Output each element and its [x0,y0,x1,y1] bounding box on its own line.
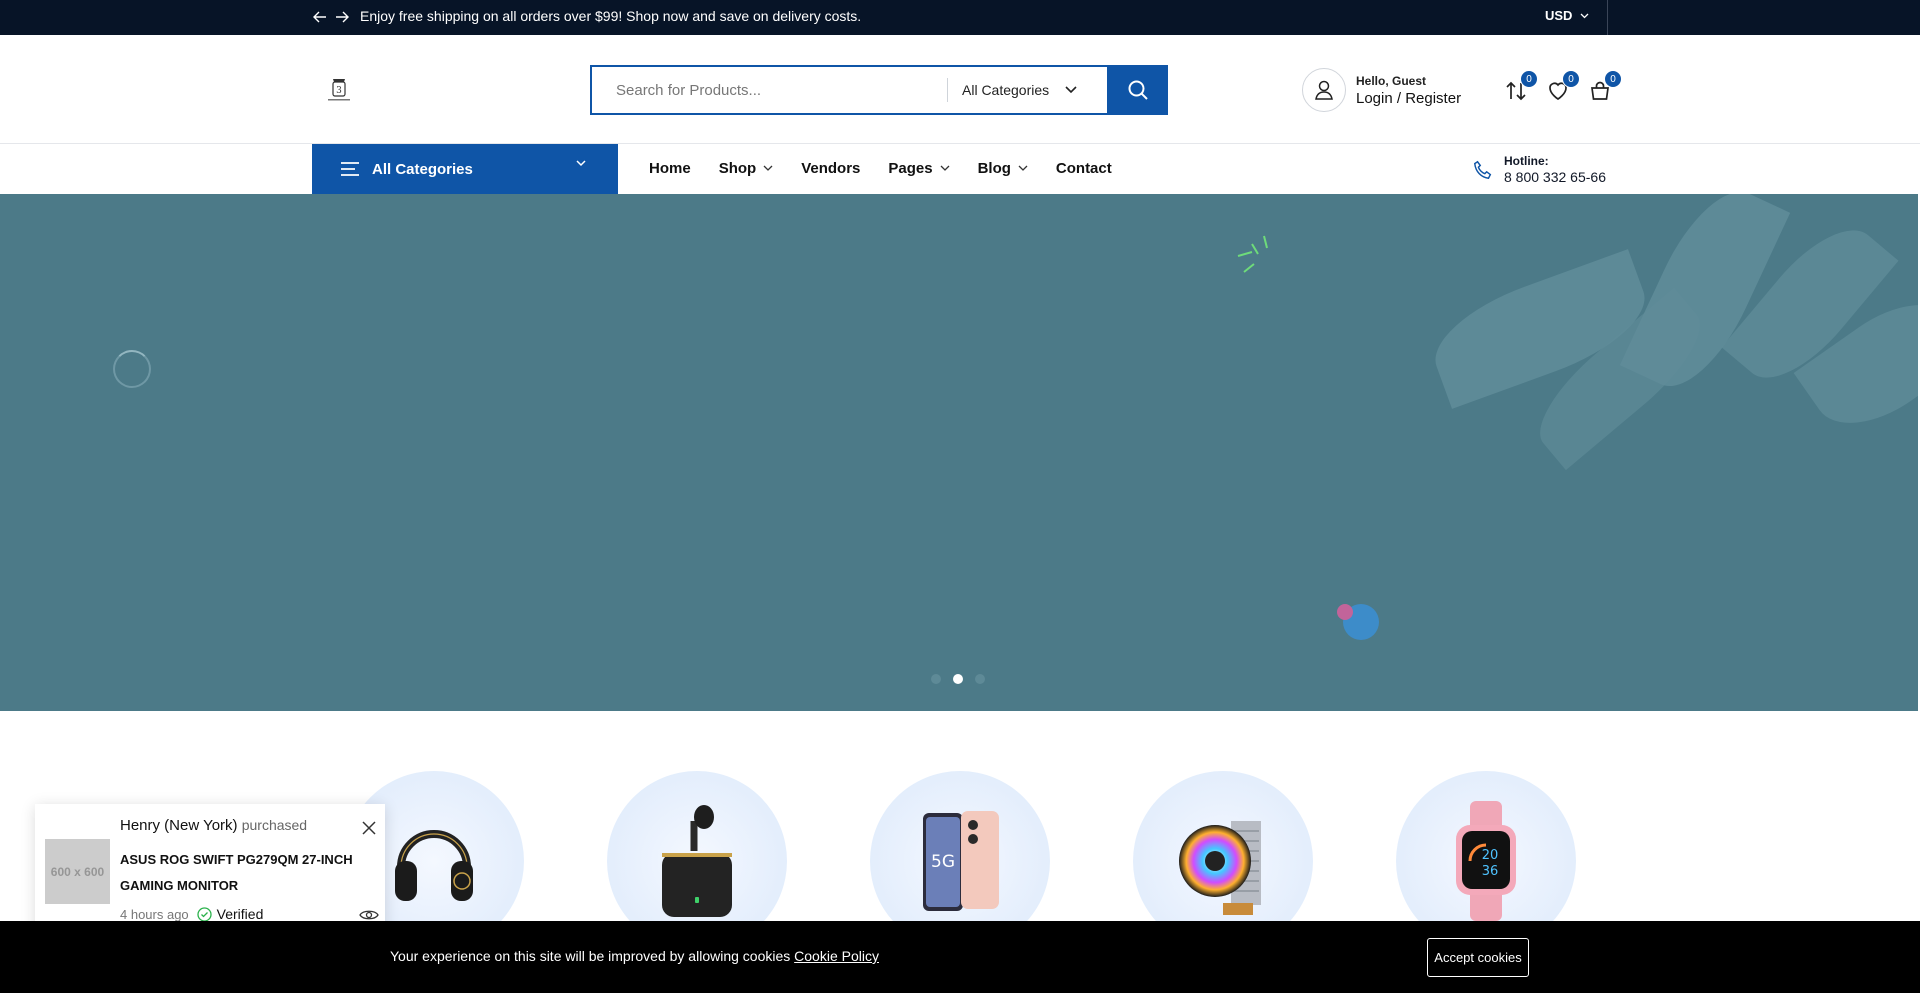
slider-dot[interactable] [931,674,941,684]
purchase-meta: 4 hours ago Verified [120,906,263,922]
svg-text:36: 36 [1482,864,1499,879]
hotline[interactable]: Hotline: 8 800 332 65-66 [1472,154,1606,185]
svg-text:20: 20 [1482,848,1499,863]
search-button[interactable] [1107,65,1168,115]
currency-selector[interactable]: USD [1545,8,1589,23]
hotline-number: 8 800 332 65-66 [1504,169,1606,185]
slider-dots [931,674,985,684]
nav-item-pages[interactable]: Pages [888,160,950,177]
arrow-right-icon[interactable] [334,8,350,26]
site-logo[interactable]: 3 [324,75,354,103]
eye-icon [359,910,379,920]
smartphone-icon: 5G [923,811,999,911]
loading-spinner [113,350,151,388]
phone-icon [1473,160,1492,179]
cookie-text: Your experience on this site will be imp… [390,948,879,964]
wishlist-count-badge: 0 [1562,70,1580,88]
search-icon [1128,80,1148,100]
main-nav: All Categories Home Shop Vendors Pages B… [0,144,1920,194]
purchase-notification: 600 x 600 Henry (New York) purchased ASU… [35,804,385,934]
headphones-icon [395,830,473,901]
nav-menu: Home Shop Vendors Pages Blog Contact [649,160,1112,177]
nav-item-label: Blog [977,160,1011,177]
purchase-time: 4 hours ago [120,906,189,922]
decorative-bubble [1337,604,1353,620]
accept-cookies-button[interactable]: Accept cookies [1427,938,1529,977]
chevron-down-icon [1018,165,1028,171]
nav-item-vendors[interactable]: Vendors [801,160,860,177]
divider [1607,0,1608,35]
nav-item-label: Pages [888,160,933,177]
search-bar: All Categories [590,65,1168,115]
buyer-name: Henry (New York) [120,817,238,834]
close-icon [362,821,376,835]
slider-dot[interactable] [975,674,985,684]
menu-icon [341,162,359,176]
cookie-message: Your experience on this site will be imp… [390,948,791,964]
user-icon [1302,68,1346,112]
product-thumbnail[interactable]: 600 x 600 [45,839,110,904]
earbuds-icon [662,805,732,917]
search-input[interactable] [592,67,947,113]
nav-item-label: Contact [1055,160,1112,177]
announcement-text: Enjoy free shipping on all orders over $… [360,8,862,24]
cart-count-badge: 0 [1604,70,1622,88]
nav-item-contact[interactable]: Contact [1056,160,1112,177]
header-actions: 0 0 0 [1504,70,1622,103]
account-greeting: Hello, Guest [1356,73,1427,88]
chevron-down-icon [1580,13,1589,18]
currency-label: USD [1545,8,1573,23]
nav-item-blog[interactable]: Blog [978,160,1028,177]
verified-label: Verified [216,906,264,922]
search-category-select[interactable]: All Categories [947,78,1107,102]
account-link[interactable]: Hello, Guest Login / Register [1302,68,1461,112]
purchase-buyer: Henry (New York) purchased [120,817,307,834]
sparkle-icon [1237,235,1268,273]
cart-button[interactable]: 0 [1588,70,1622,103]
wishlist-button[interactable]: 0 [1546,70,1580,103]
all-categories-label: All Categories [372,160,473,178]
hero-slider[interactable] [0,194,1918,711]
arrow-left-icon[interactable] [312,8,328,26]
check-circle-icon [197,906,212,922]
close-button[interactable] [359,818,379,838]
purchase-action: purchased [241,817,308,833]
announcement-bar: Enjoy free shipping on all orders over $… [0,0,1920,35]
cookie-policy-link[interactable]: Cookie Policy [794,948,879,964]
chevron-down-icon [763,165,773,171]
login-register-link[interactable]: Login / Register [1356,90,1461,107]
search-category-label: All Categories [962,82,1050,98]
nav-item-label: Shop [718,160,757,177]
compare-button[interactable]: 0 [1504,70,1538,103]
all-categories-button[interactable]: All Categories [312,144,618,194]
chevron-down-icon [940,165,950,171]
compare-count-badge: 0 [1520,70,1538,88]
svg-text:3: 3 [336,86,342,96]
cookie-consent-bar: Your experience on this site will be imp… [0,921,1920,993]
purchased-product-link[interactable]: ASUS ROG SWIFT PG279QM 27-INCH GAMING MO… [120,847,360,899]
slider-dot-active[interactable] [953,674,963,684]
announcement-nav [312,8,350,26]
verified-badge: Verified [197,906,264,922]
chevron-down-icon [576,160,586,167]
hotline-label: Hotline: [1504,154,1549,168]
chevron-down-icon [1065,86,1077,94]
site-header: 3 All Categories Hello, Guest Login / Re… [0,35,1920,144]
smartwatch-icon: 20 36 [1456,801,1516,921]
nav-item-label: Vendors [801,160,861,177]
nav-item-home[interactable]: Home [649,160,691,177]
cpu-cooler-icon [1179,821,1261,915]
svg-text:5G: 5G [931,852,955,872]
nav-item-label: Home [649,160,691,177]
nav-item-shop[interactable]: Shop [719,160,774,177]
